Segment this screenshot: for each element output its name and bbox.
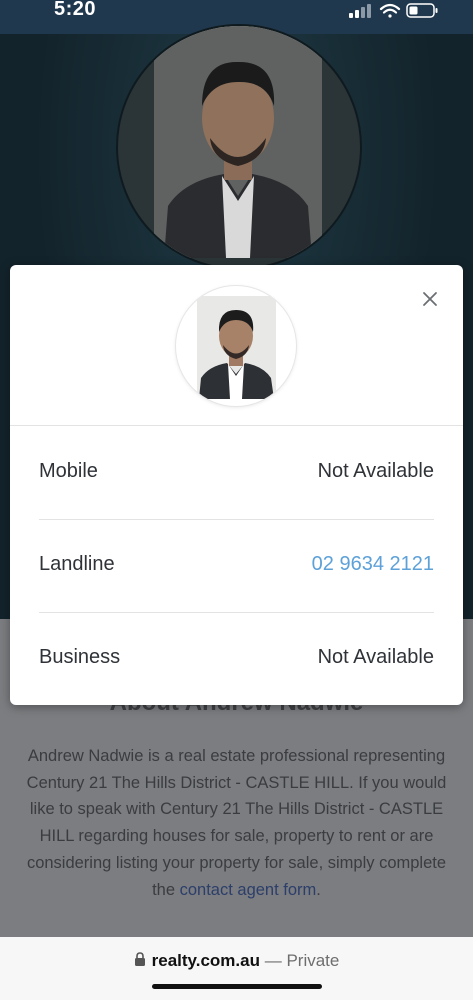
url-separator: — [259,951,287,970]
contact-row-landline: Landline 02 9634 2121 [39,519,434,612]
mobile-value: Not Available [317,460,434,482]
landline-phone-link[interactable]: 02 9634 2121 [312,553,434,576]
status-icons [349,2,439,20]
agent-avatar-image [197,296,276,399]
contact-row-mobile: Mobile Not Available [39,426,434,519]
landline-label: Landline [39,553,115,575]
url-domain: realty.com.au [151,951,260,970]
contact-agent-form-link[interactable]: contact agent form [180,881,317,899]
about-text-end: . [316,880,321,899]
contact-row-business: Business Not Available [39,612,434,705]
lock-icon [134,951,146,972]
home-indicator[interactable] [152,984,322,989]
agent-photo-image [154,26,322,258]
business-label: Business [39,646,121,668]
contact-modal: Mobile Not Available Landline 02 9634 21… [10,265,463,705]
close-icon[interactable] [418,287,442,311]
agent-profile-photo [116,24,362,270]
url-display[interactable]: realty.com.au — Private [0,951,473,972]
url-privacy-label: Private [286,951,340,970]
avatar [176,286,296,406]
business-value: Not Available [317,646,434,668]
signal-icon [349,4,371,18]
mobile-label: Mobile [39,460,98,482]
about-text-main: Andrew Nadwie is a real estate professio… [26,747,447,899]
wifi-icon [379,3,401,18]
about-description: Andrew Nadwie is a real estate professio… [18,743,455,903]
battery-icon [406,3,438,18]
status-time: 5:20 [54,0,97,20]
browser-address-bar[interactable]: realty.com.au — Private [0,937,473,1000]
close-button[interactable] [418,287,442,311]
